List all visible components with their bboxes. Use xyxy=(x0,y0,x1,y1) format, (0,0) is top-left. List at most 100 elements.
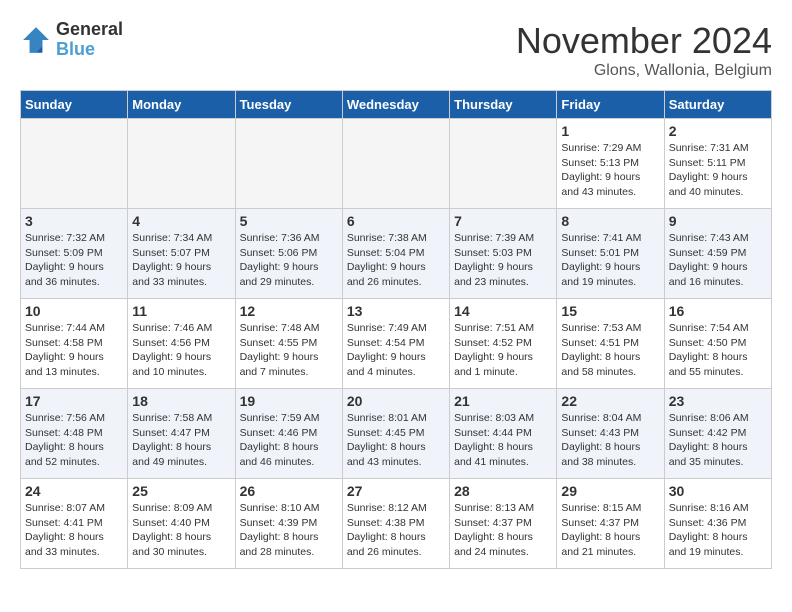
calendar-cell xyxy=(21,119,128,209)
header-wednesday: Wednesday xyxy=(342,91,449,119)
day-info: Sunrise: 7:29 AM Sunset: 5:13 PM Dayligh… xyxy=(561,141,659,200)
calendar-cell xyxy=(342,119,449,209)
calendar-table: SundayMondayTuesdayWednesdayThursdayFrid… xyxy=(20,90,772,569)
calendar-cell: 1 Sunrise: 7:29 AM Sunset: 5:13 PM Daylig… xyxy=(557,119,664,209)
calendar-cell: 3 Sunrise: 7:32 AM Sunset: 5:09 PM Daylig… xyxy=(21,209,128,299)
calendar-cell: 26 Sunrise: 8:10 AM Sunset: 4:39 PM Dayli… xyxy=(235,479,342,569)
day-info: Sunrise: 7:36 AM Sunset: 5:06 PM Dayligh… xyxy=(240,231,338,290)
calendar-cell: 22Sunrise: 8:04 AM Sunset: 4:43 PM Dayli… xyxy=(557,389,664,479)
day-number: 26 xyxy=(240,483,338,499)
day-info: Sunrise: 7:44 AM Sunset: 4:58 PM Dayligh… xyxy=(25,321,123,380)
calendar-cell: 30 Sunrise: 8:16 AM Sunset: 4:36 PM Dayli… xyxy=(664,479,771,569)
calendar-cell: 8 Sunrise: 7:41 AM Sunset: 5:01 PM Daylig… xyxy=(557,209,664,299)
day-number: 15 xyxy=(561,303,659,319)
header-monday: Monday xyxy=(128,91,235,119)
calendar-cell: 7Sunrise: 7:39 AM Sunset: 5:03 PM Daylig… xyxy=(450,209,557,299)
week-row-1: 1 Sunrise: 7:29 AM Sunset: 5:13 PM Daylig… xyxy=(21,119,772,209)
day-number: 21 xyxy=(454,393,552,409)
calendar-header-row: SundayMondayTuesdayWednesdayThursdayFrid… xyxy=(21,91,772,119)
calendar-cell: 11 Sunrise: 7:46 AM Sunset: 4:56 PM Dayli… xyxy=(128,299,235,389)
calendar-cell: 10 Sunrise: 7:44 AM Sunset: 4:58 PM Dayli… xyxy=(21,299,128,389)
calendar-cell: 21 Sunrise: 8:03 AM Sunset: 4:44 PM Dayli… xyxy=(450,389,557,479)
day-number: 30 xyxy=(669,483,767,499)
calendar-cell: 28Sunrise: 8:13 AM Sunset: 4:37 PM Dayli… xyxy=(450,479,557,569)
day-number: 8 xyxy=(561,213,659,229)
header-sunday: Sunday xyxy=(21,91,128,119)
calendar-cell: 15Sunrise: 7:53 AM Sunset: 4:51 PM Dayli… xyxy=(557,299,664,389)
calendar-cell: 5 Sunrise: 7:36 AM Sunset: 5:06 PM Daylig… xyxy=(235,209,342,299)
month-title: November 2024 xyxy=(516,20,772,62)
day-info: Sunrise: 7:49 AM Sunset: 4:54 PM Dayligh… xyxy=(347,321,445,380)
week-row-2: 3 Sunrise: 7:32 AM Sunset: 5:09 PM Daylig… xyxy=(21,209,772,299)
day-info: Sunrise: 8:10 AM Sunset: 4:39 PM Dayligh… xyxy=(240,501,338,560)
calendar-cell xyxy=(450,119,557,209)
calendar-cell xyxy=(235,119,342,209)
day-number: 20 xyxy=(347,393,445,409)
day-info: Sunrise: 8:15 AM Sunset: 4:37 PM Dayligh… xyxy=(561,501,659,560)
calendar-cell: 12 Sunrise: 7:48 AM Sunset: 4:55 PM Dayli… xyxy=(235,299,342,389)
day-info: Sunrise: 7:54 AM Sunset: 4:50 PM Dayligh… xyxy=(669,321,767,380)
calendar-cell xyxy=(128,119,235,209)
day-info: Sunrise: 8:13 AM Sunset: 4:37 PM Dayligh… xyxy=(454,501,552,560)
day-number: 3 xyxy=(25,213,123,229)
header-saturday: Saturday xyxy=(664,91,771,119)
day-number: 12 xyxy=(240,303,338,319)
day-number: 6 xyxy=(347,213,445,229)
calendar-cell: 19 Sunrise: 7:59 AM Sunset: 4:46 PM Dayli… xyxy=(235,389,342,479)
day-number: 10 xyxy=(25,303,123,319)
day-info: Sunrise: 8:01 AM Sunset: 4:45 PM Dayligh… xyxy=(347,411,445,470)
day-info: Sunrise: 7:32 AM Sunset: 5:09 PM Dayligh… xyxy=(25,231,123,290)
day-number: 9 xyxy=(669,213,767,229)
day-number: 27 xyxy=(347,483,445,499)
calendar-cell: 14 Sunrise: 7:51 AM Sunset: 4:52 PM Dayli… xyxy=(450,299,557,389)
day-number: 29 xyxy=(561,483,659,499)
day-number: 17 xyxy=(25,393,123,409)
day-info: Sunrise: 7:41 AM Sunset: 5:01 PM Dayligh… xyxy=(561,231,659,290)
day-number: 2 xyxy=(669,123,767,139)
day-info: Sunrise: 8:04 AM Sunset: 4:43 PM Dayligh… xyxy=(561,411,659,470)
calendar-cell: 16 Sunrise: 7:54 AM Sunset: 4:50 PM Dayli… xyxy=(664,299,771,389)
calendar-cell: 6 Sunrise: 7:38 AM Sunset: 5:04 PM Daylig… xyxy=(342,209,449,299)
day-number: 18 xyxy=(132,393,230,409)
day-number: 14 xyxy=(454,303,552,319)
calendar-cell: 27 Sunrise: 8:12 AM Sunset: 4:38 PM Dayli… xyxy=(342,479,449,569)
calendar-cell: 24 Sunrise: 8:07 AM Sunset: 4:41 PM Dayli… xyxy=(21,479,128,569)
day-number: 16 xyxy=(669,303,767,319)
day-info: Sunrise: 7:59 AM Sunset: 4:46 PM Dayligh… xyxy=(240,411,338,470)
calendar-cell: 4 Sunrise: 7:34 AM Sunset: 5:07 PM Daylig… xyxy=(128,209,235,299)
day-info: Sunrise: 8:07 AM Sunset: 4:41 PM Dayligh… xyxy=(25,501,123,560)
logo-line1: General xyxy=(56,20,123,40)
header-friday: Friday xyxy=(557,91,664,119)
day-info: Sunrise: 7:39 AM Sunset: 5:03 PM Dayligh… xyxy=(454,231,552,290)
day-number: 13 xyxy=(347,303,445,319)
day-info: Sunrise: 8:16 AM Sunset: 4:36 PM Dayligh… xyxy=(669,501,767,560)
day-info: Sunrise: 8:03 AM Sunset: 4:44 PM Dayligh… xyxy=(454,411,552,470)
day-info: Sunrise: 7:31 AM Sunset: 5:11 PM Dayligh… xyxy=(669,141,767,200)
day-info: Sunrise: 7:38 AM Sunset: 5:04 PM Dayligh… xyxy=(347,231,445,290)
logo: General Blue xyxy=(20,20,123,60)
logo-icon xyxy=(20,24,52,56)
day-number: 19 xyxy=(240,393,338,409)
day-info: Sunrise: 7:46 AM Sunset: 4:56 PM Dayligh… xyxy=(132,321,230,380)
calendar-cell: 9Sunrise: 7:43 AM Sunset: 4:59 PM Daylig… xyxy=(664,209,771,299)
day-number: 5 xyxy=(240,213,338,229)
week-row-5: 24 Sunrise: 8:07 AM Sunset: 4:41 PM Dayli… xyxy=(21,479,772,569)
day-info: Sunrise: 7:58 AM Sunset: 4:47 PM Dayligh… xyxy=(132,411,230,470)
day-info: Sunrise: 7:48 AM Sunset: 4:55 PM Dayligh… xyxy=(240,321,338,380)
calendar-cell: 29 Sunrise: 8:15 AM Sunset: 4:37 PM Dayli… xyxy=(557,479,664,569)
day-info: Sunrise: 7:51 AM Sunset: 4:52 PM Dayligh… xyxy=(454,321,552,380)
day-info: Sunrise: 7:34 AM Sunset: 5:07 PM Dayligh… xyxy=(132,231,230,290)
day-number: 24 xyxy=(25,483,123,499)
day-number: 11 xyxy=(132,303,230,319)
day-info: Sunrise: 8:09 AM Sunset: 4:40 PM Dayligh… xyxy=(132,501,230,560)
title-block: November 2024 Glons, Wallonia, Belgium xyxy=(516,20,772,80)
page-header: General Blue November 2024 Glons, Wallon… xyxy=(20,20,772,80)
header-tuesday: Tuesday xyxy=(235,91,342,119)
calendar-cell: 23Sunrise: 8:06 AM Sunset: 4:42 PM Dayli… xyxy=(664,389,771,479)
day-number: 23 xyxy=(669,393,767,409)
location-subtitle: Glons, Wallonia, Belgium xyxy=(516,62,772,80)
day-number: 1 xyxy=(561,123,659,139)
day-info: Sunrise: 8:12 AM Sunset: 4:38 PM Dayligh… xyxy=(347,501,445,560)
logo-line2: Blue xyxy=(56,40,123,60)
day-number: 4 xyxy=(132,213,230,229)
